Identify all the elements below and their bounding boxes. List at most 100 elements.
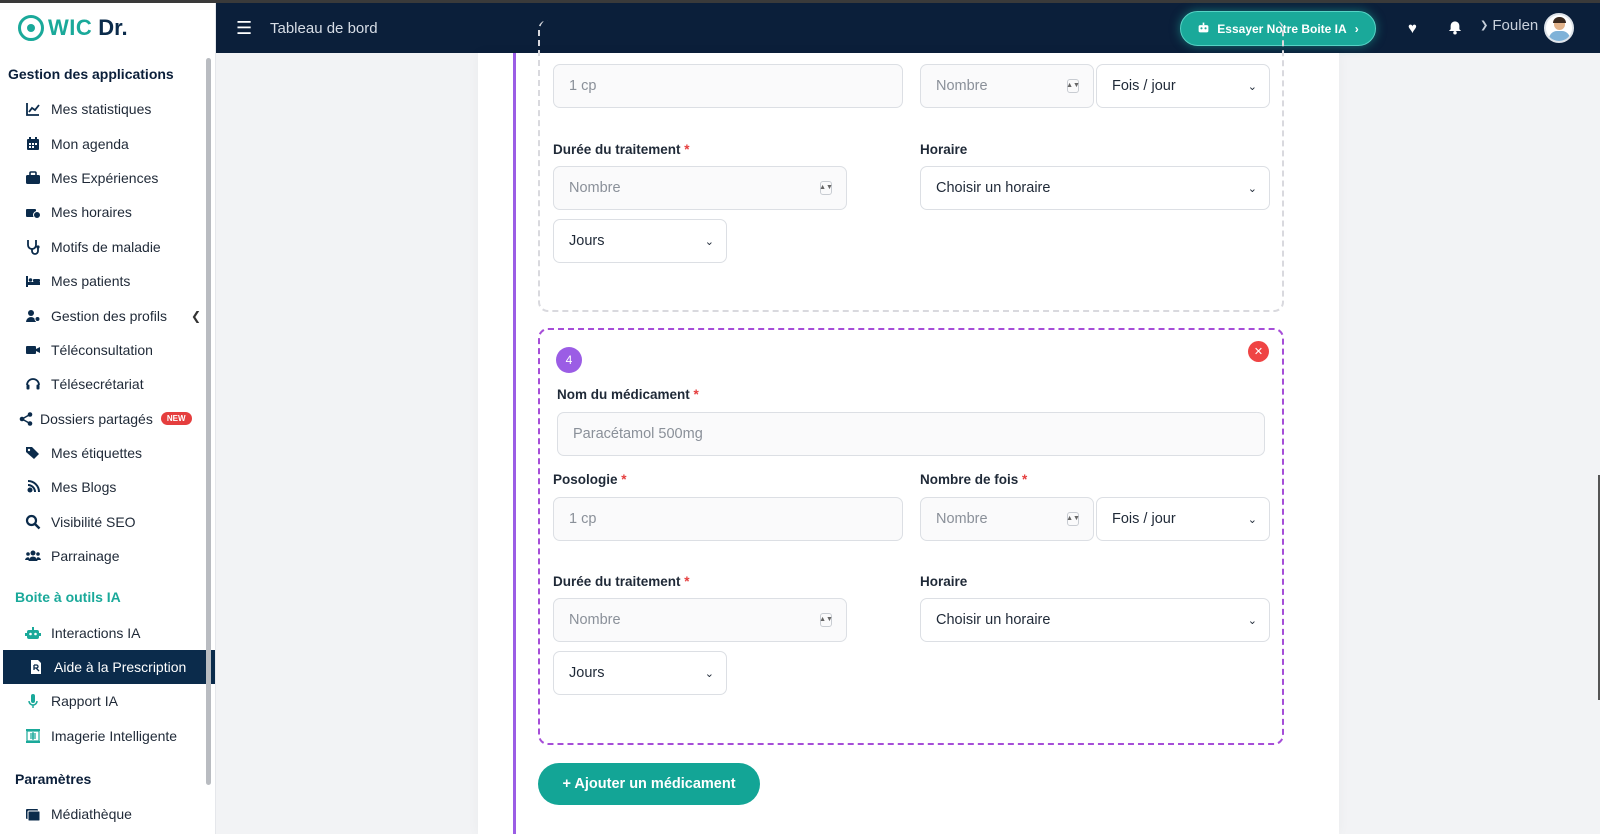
headset-icon — [25, 376, 41, 392]
sidebar-item-teleconsultation[interactable]: Téléconsultation — [0, 333, 215, 367]
share-icon — [18, 411, 34, 427]
chart-line-icon — [25, 101, 41, 117]
logo-wic: WIC — [48, 14, 93, 40]
photo-video-icon — [25, 806, 41, 822]
microphone-icon — [25, 693, 41, 709]
chevron-left-icon[interactable]: ❮ — [191, 309, 201, 323]
sidebar-item-label: Mes statistiques — [51, 101, 152, 118]
duree-placeholder-3: Nombre — [569, 180, 621, 196]
duree-input[interactable]: Nombre ▲▼ — [553, 598, 847, 642]
posologie-value-3: 1 cp — [569, 78, 597, 94]
frequence-select[interactable]: Fois / jour ⌄ — [1096, 497, 1270, 541]
user-name: Foulen — [1492, 17, 1539, 34]
nom-medicament-label: Nom du médicament * — [557, 387, 699, 402]
sidebar-item-label: Mes Blogs — [51, 479, 117, 496]
sidebar-item-label: Interactions IA — [51, 624, 141, 641]
required-mark: * — [621, 472, 627, 487]
sidebar-scrollbar[interactable] — [206, 58, 211, 785]
sidebar-item-experiences[interactable]: Mes Expériences — [0, 161, 215, 195]
duree-label: Durée du traitement * — [553, 574, 690, 589]
duree-unit-select-3[interactable]: Jours ⌄ — [553, 219, 727, 263]
calendar-icon — [25, 136, 41, 152]
required-mark: * — [1022, 472, 1028, 487]
required-mark: * — [684, 574, 690, 589]
sidebar-item-label: Dossiers partagés — [40, 410, 153, 427]
posologie-input[interactable]: 1 cp — [553, 497, 903, 541]
sidebar-item-label: Imagerie Intelligente — [51, 727, 178, 744]
frequence-value-3: Fois / jour — [1112, 78, 1176, 94]
duree-field-3[interactable]: Nombre ▲▼ — [553, 166, 847, 210]
sidebar-item-label: Mes horaires — [51, 204, 132, 221]
sidebar-item-aide-prescription[interactable]: Aide à la Prescription — [3, 649, 215, 685]
sidebar-item-blogs[interactable]: Mes Blogs — [0, 470, 215, 504]
section-boite-outils-ia: Boite à outils IA — [15, 589, 121, 606]
user-menu[interactable]: ❯ Foulen — [1480, 17, 1538, 34]
chevron-down-icon: ⌄ — [1247, 182, 1257, 195]
duree-placeholder: Nombre — [569, 612, 621, 628]
heart-icon[interactable]: ♥ — [1408, 20, 1417, 37]
sidebar-item-label: Gestion des profils — [51, 307, 167, 324]
duree-label-text: Durée du traitement — [553, 574, 681, 589]
xray-icon — [25, 728, 41, 744]
sidebar-item-agenda[interactable]: Mon agenda — [0, 126, 215, 160]
sidebar-item-mediatheque[interactable]: Médiathèque — [0, 797, 215, 831]
duree-unit-select[interactable]: Jours ⌄ — [553, 651, 727, 695]
horaire-label: Horaire — [920, 574, 967, 589]
new-badge: NEW — [160, 412, 192, 426]
horaire-select[interactable]: Choisir un horaire ⌄ — [920, 598, 1270, 642]
horaire-value: Choisir un horaire — [936, 612, 1051, 628]
nom-medicament-input[interactable]: Paracétamol 500mg — [557, 412, 1265, 456]
section-gestion-applications: Gestion des applications — [8, 66, 174, 82]
sidebar-item-interactions-ia[interactable]: Interactions IA — [0, 615, 215, 649]
sidebar-item-dossiers-partages[interactable]: Dossiers partagés NEW — [0, 402, 215, 436]
spinner-icon[interactable]: ▲▼ — [1066, 512, 1080, 526]
bell-icon[interactable] — [1448, 20, 1462, 39]
search-icon — [25, 514, 41, 530]
horaire-value-3: Choisir un horaire — [936, 180, 1051, 196]
nombre-fois-input[interactable]: Nombre ▲▼ — [920, 497, 1094, 541]
sidebar-item-statistiques[interactable]: Mes statistiques — [0, 92, 215, 126]
sidebar-item-seo[interactable]: Visibilité SEO — [0, 505, 215, 539]
tags-icon — [25, 445, 41, 461]
sidebar-item-horaires[interactable]: Mes horaires — [0, 195, 215, 229]
horaire-select-3[interactable]: Choisir un horaire ⌄ — [920, 166, 1270, 210]
sidebar: WIC Dr. Gestion des applications Mes sta… — [0, 3, 216, 834]
spinner-icon[interactable]: ▲▼ — [1066, 79, 1080, 93]
required-mark: * — [684, 142, 690, 157]
avatar[interactable] — [1544, 13, 1574, 43]
spinner-icon[interactable]: ▲▼ — [819, 613, 833, 627]
horaire-label-text: Horaire — [920, 574, 968, 589]
logo[interactable]: WIC Dr. — [0, 3, 215, 52]
sidebar-item-imagerie[interactable]: Imagerie Intelligente — [0, 719, 215, 753]
nombre-fois-field-3[interactable]: Nombre ▲▼ — [920, 64, 1094, 108]
sidebar-item-motifs[interactable]: Motifs de maladie — [0, 230, 215, 264]
sidebar-item-rapport-ia[interactable]: Rapport IA — [0, 684, 215, 718]
nombre-fois-placeholder: Nombre — [936, 511, 988, 527]
sidebar-item-patients[interactable]: Mes patients — [0, 264, 215, 298]
posologie-field-3[interactable]: 1 cp — [553, 64, 903, 108]
spinner-icon[interactable]: ▲▼ — [819, 181, 833, 195]
chevron-down-icon: ❯ — [1480, 20, 1489, 31]
nombre-fois-placeholder-3: Nombre — [936, 78, 988, 94]
chevron-right-icon: › — [1354, 21, 1359, 36]
add-medication-button[interactable]: + Ajouter un médicament — [538, 763, 760, 805]
duree-label-text-3: Durée du traitement — [553, 142, 681, 157]
sidebar-item-label: Téléconsultation — [51, 341, 153, 358]
file-prescription-icon — [28, 659, 44, 675]
sidebar-item-parrainage[interactable]: Parrainage — [0, 539, 215, 573]
required-mark: * — [693, 387, 699, 402]
sidebar-item-telesecretariat[interactable]: Télésecrétariat — [0, 367, 215, 401]
remove-medication-button[interactable]: ✕ — [1248, 341, 1269, 362]
section-parametres: Paramètres — [15, 771, 92, 788]
briefcase-icon — [25, 170, 41, 186]
sidebar-item-profils[interactable]: Gestion des profils ❮ — [0, 298, 215, 332]
horaire-label-text-3: Horaire — [920, 142, 968, 157]
duree-label-3: Durée du traitement * — [553, 142, 690, 157]
menu-icon[interactable]: ☰ — [236, 19, 252, 37]
sidebar-item-etiquettes[interactable]: Mes étiquettes — [0, 436, 215, 470]
posologie-value: 1 cp — [569, 511, 597, 527]
frequence-select-3[interactable]: Fois / jour ⌄ — [1096, 64, 1270, 108]
sidebar-item-label: Rapport IA — [51, 693, 118, 710]
logo-dr: Dr. — [98, 14, 128, 40]
nom-medicament-label-text: Nom du médicament — [557, 387, 690, 402]
